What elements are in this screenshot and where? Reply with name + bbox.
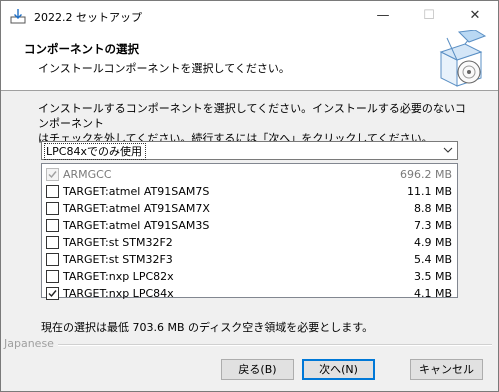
component-checkbox[interactable] (46, 236, 59, 249)
component-checkbox[interactable] (46, 253, 59, 266)
component-size: 4.1 MB (413, 287, 452, 300)
installer-icon (10, 9, 26, 24)
component-checkbox[interactable] (46, 270, 59, 283)
setup-window: 2022.2 セットアップ — ☐ ✕ コンポーネントの選択 インストールコンポ… (0, 0, 499, 392)
component-checkbox[interactable] (46, 185, 59, 198)
component-name: TARGET:st STM32F2 (63, 236, 173, 249)
component-row[interactable]: TARGET:atmel AT91SAM7S 11.1 MB (42, 183, 457, 200)
component-checkbox[interactable] (46, 219, 59, 232)
component-row[interactable]: TARGET:nxp LPC84x 4.1 MB (42, 285, 457, 302)
back-button[interactable]: 戻る(B) (221, 359, 294, 380)
component-row: ARMGCC 696.2 MB (42, 166, 457, 183)
component-list[interactable]: ARMGCC 696.2 MB TARGET:atmel AT91SAM7S 11.1… (41, 163, 458, 300)
checkmark-icon (48, 171, 57, 179)
space-required-text: 現在の選択は最低 703.6 MB のディスク空き領域を必要とします。 (41, 321, 374, 334)
checkmark-icon (48, 290, 57, 298)
chevron-down-icon (443, 147, 453, 153)
component-name: TARGET:atmel AT91SAM7S (63, 185, 210, 198)
package-disc-icon (439, 30, 487, 87)
component-size: 5.4 MB (413, 253, 452, 266)
component-name: TARGET:nxp LPC84x (63, 287, 174, 300)
component-size: 7.3 MB (413, 219, 452, 232)
component-name: TARGET:atmel AT91SAM3S (63, 219, 210, 232)
instructions-line-1: インストールするコンポーネントを選択してください。インストールする必要のないコン… (38, 102, 466, 130)
next-button[interactable]: 次へ(N) (302, 359, 375, 380)
component-row[interactable]: TARGET:nxp LPC82x 3.5 MB (42, 268, 457, 285)
component-size: 11.1 MB (406, 185, 452, 198)
component-row[interactable]: TARGET:atmel AT91SAM7X 8.8 MB (42, 200, 457, 217)
install-type-dropdown[interactable]: LPC84xでのみ使用 (41, 141, 458, 160)
component-size: 4.9 MB (413, 236, 452, 249)
component-row[interactable]: TARGET:st STM32F2 4.9 MB (42, 234, 457, 251)
component-checkbox[interactable] (46, 202, 59, 215)
component-row[interactable]: TARGET:st STM32F3 5.4 MB (42, 251, 457, 268)
cancel-button[interactable]: キャンセル (410, 359, 483, 380)
component-size: 3.5 MB (413, 270, 452, 283)
page-subtitle: インストールコンポーネントを選択してください。 (38, 62, 290, 75)
page-header: コンポーネントの選択 インストールコンポーネントを選択してください。 (1, 30, 498, 91)
window-title: 2022.2 セットアップ (34, 11, 142, 24)
component-checkbox (46, 168, 59, 181)
component-name: TARGET:atmel AT91SAM7X (63, 202, 210, 215)
close-button[interactable]: ✕ (452, 1, 498, 30)
component-size: 696.2 MB (399, 168, 452, 181)
component-row[interactable]: TARGET:atmel AT91SAM3S 7.3 MB (42, 217, 457, 234)
component-size: 8.8 MB (413, 202, 452, 215)
maximize-button[interactable]: ☐ (406, 1, 452, 30)
component-name: TARGET:nxp LPC82x (63, 270, 174, 283)
install-type-value: LPC84xでのみ使用 (44, 143, 146, 160)
component-name: TARGET:st STM32F3 (63, 253, 173, 266)
minimize-button[interactable]: — (360, 1, 406, 30)
component-name: ARMGCC (63, 168, 112, 181)
component-checkbox[interactable] (46, 287, 59, 300)
page-title: コンポーネントの選択 (24, 42, 139, 56)
instructions: インストールするコンポーネントを選択してください。インストールする必要のないコン… (38, 101, 468, 146)
language-label: Japanese (4, 337, 54, 350)
title-bar[interactable]: 2022.2 セットアップ — ☐ ✕ (1, 1, 498, 30)
separator (58, 344, 492, 346)
